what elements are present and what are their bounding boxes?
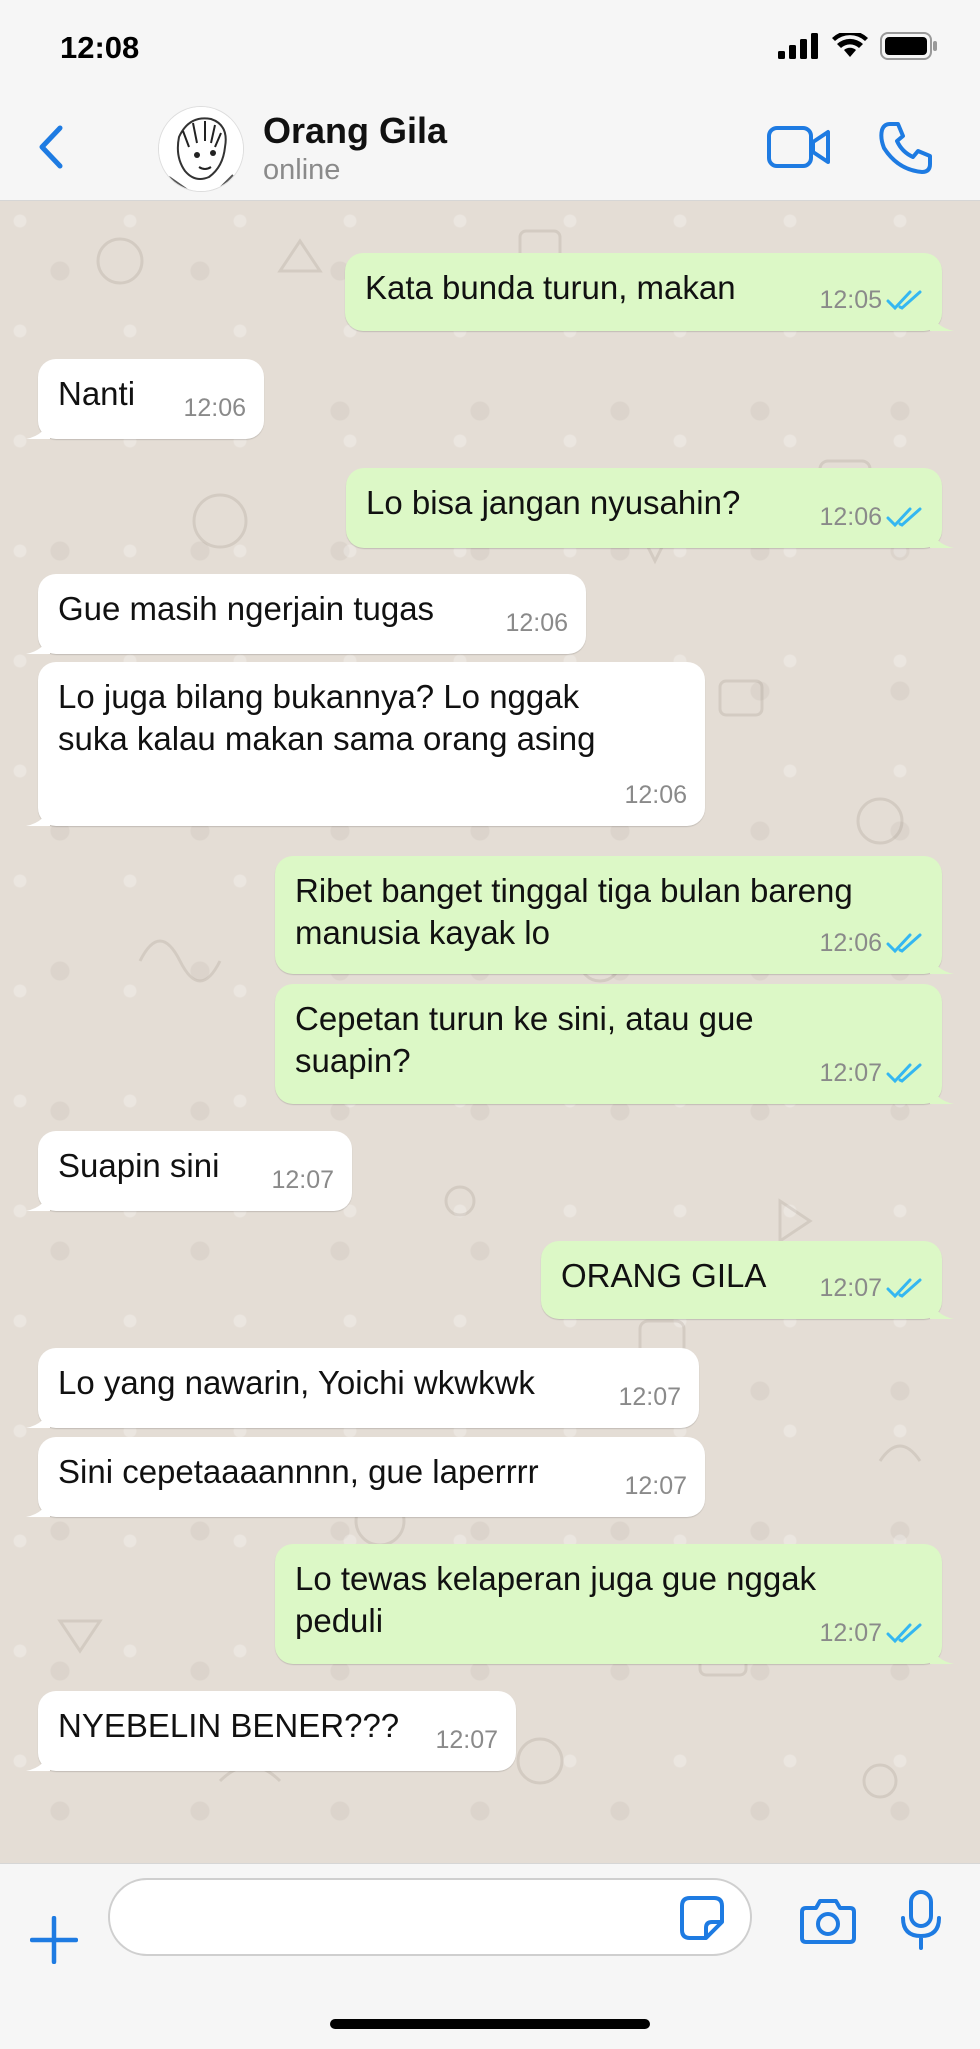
contact-name[interactable]: Orang Gila (263, 110, 447, 152)
message-time: 12:05 (819, 286, 882, 314)
bubble-tail (930, 1082, 954, 1104)
status-time: 12:08 (60, 30, 140, 65)
phone-icon[interactable] (876, 118, 936, 178)
contact-status: online (263, 154, 341, 186)
incoming-message[interactable]: Suapin sini 12:07 (26, 1131, 352, 1211)
message-meta: 12:07 (819, 1612, 924, 1654)
double-check-icon (886, 933, 922, 954)
message-meta: 12:06 (819, 922, 924, 964)
message-time: 12:06 (819, 929, 882, 957)
bubble-tail (26, 632, 50, 654)
message-meta: 12:06 (183, 387, 246, 429)
outgoing-message[interactable]: Ribet banget tinggal tiga bulan bareng m… (275, 856, 954, 974)
message-time: 12:07 (624, 1472, 687, 1500)
message-meta: 12:07 (819, 1267, 924, 1309)
message-meta: 12:07 (435, 1719, 498, 1761)
chevron-left-icon[interactable] (32, 122, 72, 172)
video-camera-icon[interactable] (766, 122, 832, 172)
status-icons (778, 32, 938, 60)
message-time: 12:07 (819, 1619, 882, 1647)
camera-icon[interactable] (800, 1898, 856, 1944)
message-meta: 12:07 (819, 1052, 924, 1094)
bubble-tail (26, 804, 50, 826)
incoming-message[interactable]: Gue masih ngerjain tugas 12:06 (26, 574, 586, 654)
message-time: 12:07 (819, 1059, 882, 1087)
bubble-tail (930, 526, 954, 548)
message-time: 12:06 (183, 394, 246, 422)
incoming-message[interactable]: Nanti 12:06 (26, 359, 264, 439)
incoming-message[interactable]: Lo yang nawarin, Yoichi wkwkwk 12:07 (26, 1348, 699, 1428)
message-input[interactable] (108, 1878, 752, 1956)
message-time: 12:06 (505, 609, 568, 637)
message-meta: 12:07 (624, 1465, 687, 1507)
input-bar (0, 1863, 980, 2049)
sticker-icon[interactable] (678, 1894, 726, 1942)
avatar-sketch-icon (159, 107, 243, 191)
incoming-message[interactable]: Lo juga bilang bukannya? Lo nggak suka k… (26, 662, 705, 826)
status-bar: 12:08 (0, 0, 980, 92)
message-text: Sini cepetaaaannnn, gue laperrrr (58, 1453, 539, 1490)
message-meta: 12:06 (624, 774, 687, 816)
outgoing-message[interactable]: Lo bisa jangan nyusahin? 12:06 (346, 468, 954, 548)
message-meta: 12:07 (618, 1376, 681, 1418)
message-time: 12:07 (435, 1726, 498, 1754)
message-meta: 12:06 (505, 602, 568, 644)
double-check-icon (886, 1623, 922, 1644)
message-time: 12:07 (271, 1166, 334, 1194)
message-time: 12:06 (624, 781, 687, 809)
message-time: 12:06 (819, 503, 882, 531)
message-text: Gue masih ngerjain tugas (58, 590, 435, 627)
outgoing-message[interactable]: Cepetan turun ke sini, atau gue suapin? 1… (275, 984, 954, 1104)
bubble-tail (26, 1749, 50, 1771)
home-indicator (330, 2019, 650, 2029)
bubble-tail (26, 1189, 50, 1211)
chat-header: Orang Gila online (0, 92, 980, 201)
message-meta: 12:05 (819, 279, 924, 321)
message-text: NYEBELIN BENER??? (58, 1707, 400, 1744)
message-text: Lo juga bilang bukannya? Lo nggak suka k… (58, 678, 596, 757)
bubble-tail (930, 309, 954, 331)
avatar[interactable] (158, 106, 244, 192)
double-check-icon (886, 290, 922, 311)
message-time: 12:07 (618, 1383, 681, 1411)
bubble-tail (930, 1297, 954, 1319)
message-meta: 12:06 (819, 496, 924, 538)
incoming-message[interactable]: NYEBELIN BENER??? 12:07 (26, 1691, 516, 1771)
signal-icon (778, 33, 818, 59)
double-check-icon (886, 1278, 922, 1299)
bubble-tail (930, 952, 954, 974)
outgoing-message[interactable]: ORANG GILA 12:07 (541, 1241, 954, 1319)
message-time: 12:07 (819, 1274, 882, 1302)
outgoing-message[interactable]: Lo tewas kelaperan juga gue nggak peduli… (275, 1544, 954, 1664)
message-meta: 12:07 (271, 1159, 334, 1201)
double-check-icon (886, 1063, 922, 1084)
message-text: Lo yang nawarin, Yoichi wkwkwk (58, 1364, 535, 1401)
plus-icon[interactable] (30, 1916, 78, 1964)
microphone-icon[interactable] (900, 1890, 942, 1950)
incoming-message[interactable]: Sini cepetaaaannnn, gue laperrrr 12:07 (26, 1437, 705, 1517)
bubble-tail (930, 1642, 954, 1664)
bubble-tail (26, 417, 50, 439)
bubble-tail (26, 1495, 50, 1517)
double-check-icon (886, 507, 922, 528)
wifi-icon (832, 33, 868, 57)
chat-messages[interactable]: Kata bunda turun, makan 12:05 Nanti 12:06 Lo… (0, 201, 980, 1863)
outgoing-message[interactable]: Kata bunda turun, makan 12:05 (345, 253, 954, 331)
battery-icon (880, 32, 937, 60)
bubble-tail (26, 1406, 50, 1428)
